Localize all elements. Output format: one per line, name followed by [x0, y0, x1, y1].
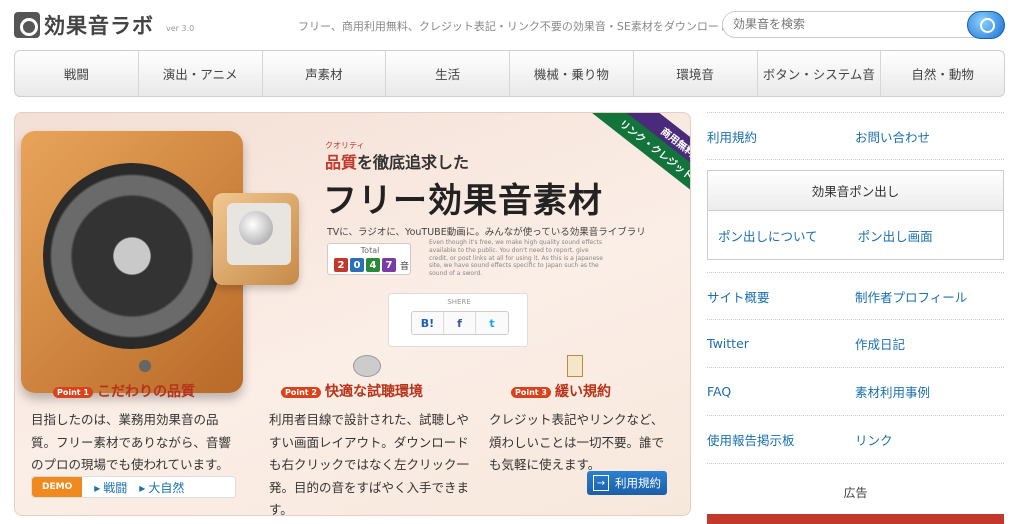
demo-link-battle[interactable]: 戦闘 [94, 479, 127, 496]
point-badge: Point 2 [281, 386, 321, 398]
english-description: Even though it's free, we make high qual… [429, 239, 604, 278]
total-digit: 7 [382, 258, 396, 272]
feature-title: Point 3 緩い規約 [511, 381, 611, 401]
search-icon[interactable] [967, 11, 1005, 39]
total-digit: 0 [350, 258, 364, 272]
site-logo[interactable]: 効果音ラボ ver 3.0 [14, 10, 194, 40]
sidebar-row: Twitter 作成日記 [707, 320, 1004, 368]
demo-bar: DEMO 戦闘 大自然 [31, 476, 236, 498]
total-counter: Total 2 0 4 7 音 [327, 243, 411, 275]
sidebar-link-contact[interactable]: お問い合わせ [855, 127, 1003, 146]
point-badge: Point 3 [511, 386, 551, 398]
feature-body: 利用者目線で設計された、試聴しやすい画面レイアウト。ダウンロードも右クリックでは… [269, 412, 470, 516]
arrow-right-icon: → [593, 475, 609, 491]
feature-title: Point 1 こだわりの品質 [53, 381, 195, 401]
sidebar-link-links[interactable]: リンク [855, 430, 1003, 449]
point-badge: Point 1 [53, 386, 93, 398]
pon-link-screen[interactable]: ポン出し画面 [858, 226, 933, 245]
sidebar-link-terms[interactable]: 利用規約 [707, 127, 855, 146]
feature-title-text: 快適な試聴環境 [324, 384, 423, 400]
search-input[interactable] [733, 17, 953, 31]
share-buttons: B! f t [411, 311, 509, 335]
twitter-icon[interactable]: t [476, 312, 508, 334]
facebook-icon[interactable]: f [444, 312, 476, 334]
total-digits: 2 0 4 7 [334, 258, 396, 272]
hero-subtitle: TVに、ラジオに、YouTUBE動画に。みんなが使っている効果音ライブラリ [327, 227, 646, 238]
nav-item-environment[interactable]: 環境音 [634, 51, 758, 96]
logo-text: 効果音ラボ [44, 14, 154, 38]
share-label: SHERE [447, 298, 471, 306]
search-box [722, 11, 1005, 39]
feature-title-text: こだわりの品質 [96, 384, 195, 400]
sidebar-link-faq[interactable]: FAQ [707, 384, 855, 399]
sidebar-row: FAQ 素材利用事例 [707, 368, 1004, 416]
ad-banner[interactable] [707, 514, 1004, 524]
mouse-icon [353, 355, 381, 377]
nav-item-battle[interactable]: 戦闘 [15, 51, 139, 96]
pon-title: 効果音ポン出し [708, 171, 1003, 211]
speaker-illustration [21, 131, 243, 393]
sidebar-link-board[interactable]: 使用報告掲示板 [707, 430, 855, 449]
document-icon [567, 355, 583, 377]
quality-word: 品質 [325, 153, 358, 172]
pon-link-about[interactable]: ポン出しについて [718, 226, 818, 245]
speaker-logo-icon [14, 12, 40, 38]
share-box: SHERE B! f t [388, 293, 528, 347]
hatena-bookmark-icon[interactable]: B! [412, 312, 444, 334]
tagline: フリー、商用利用無料、クレジット表記・リンク不要の効果音・SE素材をダウンロード [298, 20, 730, 33]
demo-link-nature[interactable]: 大自然 [139, 479, 184, 496]
site-header: 効果音ラボ ver 3.0 フリー、商用利用無料、クレジット表記・リンク不要の効… [0, 0, 1024, 46]
sidebar: 利用規約 お問い合わせ 効果音ポン出し ポン出しについて ポン出し画面 サイト概… [707, 112, 1004, 501]
total-digit: 4 [366, 258, 380, 272]
nav-item-nature[interactable]: 自然・動物 [881, 51, 1004, 96]
pon-box: 効果音ポン出し ポン出しについて ポン出し画面 [707, 170, 1004, 260]
pon-links: ポン出しについて ポン出し画面 [708, 211, 1003, 259]
nav-item-machine[interactable]: 機械・乗り物 [510, 51, 634, 96]
terms-button-label: 利用規約 [615, 476, 661, 490]
nav-item-button[interactable]: ボタン・システム音 [758, 51, 882, 96]
feature-title: Point 2 快適な試聴環境 [281, 381, 423, 401]
hero-banner: リンク・クレジット表記不要 商用無料 クオリティ 品質を徹底追求した フリー効果… [14, 112, 691, 516]
feature-body: クレジット表記やリンクなど、煩わしいことは一切不要。誰でも気軽に使えます。 [489, 412, 665, 472]
small-speaker-illustration [213, 193, 299, 285]
quality-line: 品質を徹底追求した [325, 149, 469, 173]
knob-icon [239, 211, 273, 245]
sidebar-row: 使用報告掲示板 リンク [707, 416, 1004, 464]
nav-item-anime[interactable]: 演出・アニメ [139, 51, 263, 96]
total-label: Total [360, 246, 380, 255]
category-nav: 戦闘 演出・アニメ 声素材 生活 機械・乗り物 環境音 ボタン・システム音 自然… [14, 50, 1005, 97]
quality-rest: を徹底追求した [357, 153, 470, 172]
total-unit: 音 [400, 262, 410, 272]
nav-item-life[interactable]: 生活 [386, 51, 510, 96]
sidebar-link-examples[interactable]: 素材利用事例 [855, 382, 1003, 401]
sidebar-row: サイト概要 制作者プロフィール [707, 272, 1004, 320]
feature-body: 目指したのは、業務用効果音の品質。フリー素材でありながら、音響のプロの現場でも使… [31, 412, 231, 472]
nav-item-voice[interactable]: 声素材 [263, 51, 387, 96]
total-digit: 2 [334, 258, 348, 272]
hero-headline: フリー効果音素材 [323, 181, 603, 221]
version-label: ver 3.0 [166, 23, 195, 33]
speaker-cone [43, 163, 221, 349]
sidebar-link-profile[interactable]: 制作者プロフィール [855, 287, 1003, 306]
ad-label: 広告 [843, 486, 868, 500]
sidebar-link-diary[interactable]: 作成日記 [855, 334, 1003, 353]
microphone-icon [135, 355, 155, 377]
demo-badge: DEMO [32, 477, 83, 497]
sidebar-row: 利用規約 お問い合わせ [707, 112, 1004, 160]
terms-button[interactable]: → 利用規約 [587, 471, 667, 495]
feature-title-text: 緩い規約 [554, 384, 611, 400]
sidebar-link-twitter[interactable]: Twitter [707, 336, 855, 351]
sidebar-link-site-overview[interactable]: サイト概要 [707, 287, 855, 306]
